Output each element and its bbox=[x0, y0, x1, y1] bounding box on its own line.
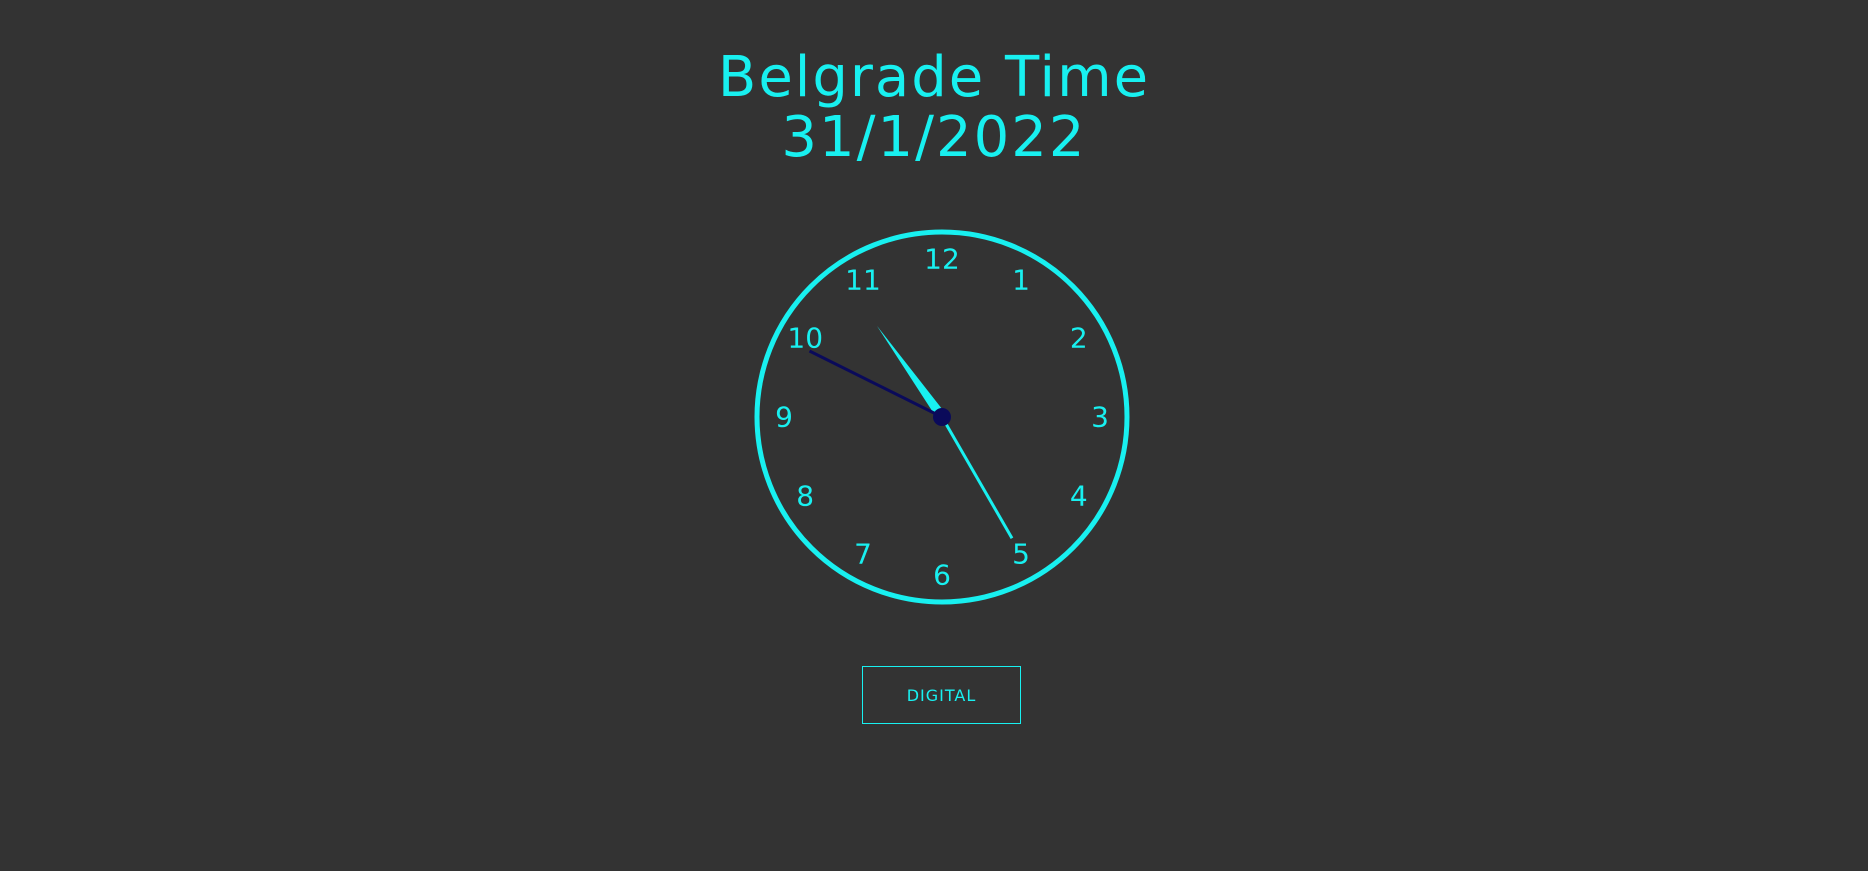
page-title: Belgrade Time bbox=[717, 45, 1151, 110]
clock-number-10: 10 bbox=[787, 322, 823, 355]
clock-number-5: 5 bbox=[1012, 537, 1030, 570]
clock-number-2: 2 bbox=[1070, 322, 1088, 355]
clock-number-4: 4 bbox=[1070, 480, 1088, 513]
clock-number-11: 11 bbox=[845, 264, 881, 297]
clock-number-3: 3 bbox=[1091, 401, 1109, 434]
clock-hands bbox=[808, 325, 1014, 539]
clock-number-12: 12 bbox=[924, 243, 960, 276]
clock-number-7: 7 bbox=[854, 537, 872, 570]
clock-number-8: 8 bbox=[796, 480, 814, 513]
digital-toggle-button[interactable]: DIGITAL bbox=[862, 666, 1021, 724]
hour-hand bbox=[876, 325, 947, 420]
clock-number-1: 1 bbox=[1012, 264, 1030, 297]
current-date: 31/1/2022 bbox=[781, 105, 1087, 170]
clock-number-6: 6 bbox=[933, 559, 951, 592]
clock-number-9: 9 bbox=[775, 401, 793, 434]
analog-clock: 12 1 2 3 4 5 6 7 8 9 10 11 bbox=[754, 229, 1130, 605]
clock-face-svg: 121234567891011 bbox=[754, 229, 1130, 605]
clock-center-pin bbox=[933, 408, 951, 426]
second-hand bbox=[940, 416, 1014, 539]
